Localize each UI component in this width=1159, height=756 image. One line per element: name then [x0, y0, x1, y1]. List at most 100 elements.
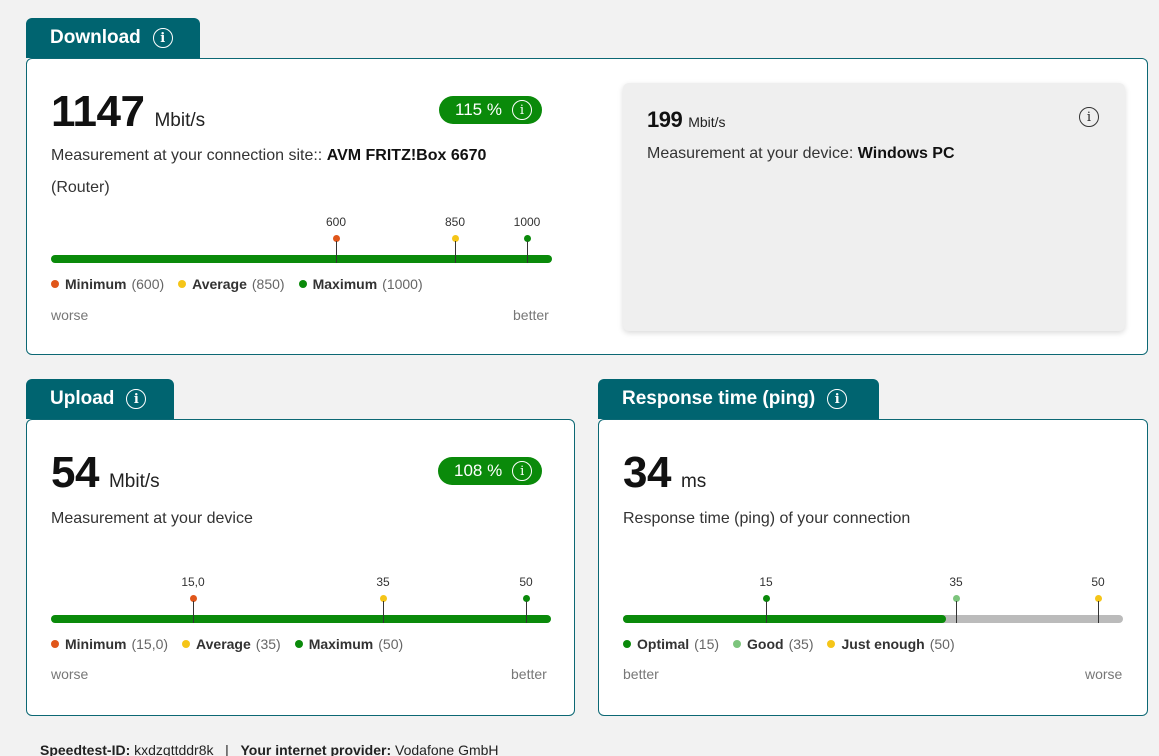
info-icon[interactable]: i [827, 389, 848, 409]
legend-dot [298, 280, 307, 288]
legend-name: Minimum [65, 636, 127, 652]
speedtest-footer: Speedtest-ID: kxdzqttddr8k | Your intern… [40, 742, 499, 756]
upload-card: 54 Mbit/s 108 % i Measurement at your de… [26, 419, 575, 716]
download-percent: 115 % [455, 100, 502, 119]
upload-scale-bar: 15,0 35 50 [51, 575, 551, 623]
legend-item: Minimum (600) [51, 276, 164, 292]
marker-label: 50 [519, 575, 533, 589]
info-icon[interactable]: i [511, 100, 532, 120]
legend-dot [51, 640, 59, 648]
legend-value: (600) [131, 276, 165, 292]
ping-left-edge: better [623, 666, 659, 682]
marker-tick [1097, 601, 1099, 623]
legend-name: Average [196, 636, 251, 652]
marker-label: 15 [759, 575, 773, 589]
legend-name: Just enough [841, 636, 925, 652]
ping-right-edge: worse [1085, 666, 1123, 682]
ping-scale-fill [623, 615, 946, 623]
legend-item: Optimal (15) [623, 636, 719, 652]
legend-dot [623, 640, 631, 648]
upload-value: 54 [51, 448, 99, 497]
legend-item: Maximum (1000) [298, 276, 423, 292]
device-measurement-box: 199 Mbit/s i Measurement at your device:… [623, 83, 1125, 331]
marker-tick [765, 601, 767, 623]
download-title: Download [50, 27, 141, 48]
download-legend: Minimum (600) Average (850) Maximum (1000) [51, 276, 437, 292]
marker-tick [955, 601, 957, 623]
legend-dot [827, 640, 836, 648]
download-card: 1147 Mbit/s 115 % i Measurement at your … [26, 58, 1148, 355]
download-tab: Download i [26, 18, 200, 58]
legend-value: (50) [929, 636, 955, 652]
info-icon[interactable]: i [152, 28, 173, 48]
legend-name: Minimum [65, 276, 127, 292]
legend-item: Just enough (50) [827, 636, 955, 652]
marker-label: 600 [325, 215, 347, 229]
legend-value: (850) [251, 276, 285, 292]
speedtest-id-label: Speedtest-ID: [40, 742, 131, 756]
marker-label: 35 [376, 575, 390, 589]
legend-dot [51, 280, 59, 288]
legend-name: Average [192, 276, 247, 292]
footer-separator: | [225, 742, 229, 756]
legend-item: Average (850) [178, 276, 285, 292]
upload-desc: Measurement at your device [51, 510, 253, 527]
legend-item: Minimum (15,0) [51, 636, 168, 652]
provider-label: Your internet provider: [240, 742, 392, 756]
legend-dot [294, 640, 303, 648]
device-value-group: 199 Mbit/s [647, 107, 726, 133]
legend-name: Good [747, 636, 784, 652]
upload-tab: Upload i [26, 379, 174, 419]
upload-title: Upload [50, 388, 115, 409]
legend-value: (50) [378, 636, 404, 652]
marker-tick [382, 601, 384, 623]
legend-value: (1000) [382, 276, 423, 292]
ping-desc: Response time (ping) of your connection [623, 510, 911, 527]
download-right-edge: better [513, 307, 549, 323]
download-value-group: 1147 Mbit/s [51, 87, 205, 137]
marker-label: 35 [949, 575, 963, 589]
device-name: Windows PC [857, 145, 955, 162]
download-left-edge: worse [51, 307, 89, 323]
marker-label: 50 [1091, 575, 1105, 589]
ping-title: Response time (ping) [622, 388, 816, 409]
legend-name: Maximum [312, 276, 378, 292]
upload-legend: Minimum (15,0) Average (35) Maximum (50) [51, 636, 417, 652]
upload-percent: 108 % [454, 461, 503, 480]
upload-left-edge: worse [51, 666, 89, 682]
info-icon[interactable]: i [512, 461, 533, 481]
legend-dot [182, 640, 191, 648]
legend-name: Optimal [637, 636, 690, 652]
info-icon[interactable]: i [126, 389, 147, 409]
legend-value: (35) [255, 636, 281, 652]
upload-unit: Mbit/s [108, 471, 160, 492]
ping-value: 34 [623, 448, 671, 497]
legend-item: Average (35) [182, 636, 281, 652]
speedtest-id-value: kxdzqttddr8k [134, 742, 214, 756]
marker-tick [526, 241, 528, 263]
ping-tab: Response time (ping) i [598, 379, 879, 419]
ping-legend: Optimal (15) Good (35) Just enough (50) [623, 636, 969, 652]
upload-value-group: 54 Mbit/s [51, 448, 160, 498]
legend-dot [178, 280, 187, 288]
marker-label: 850 [444, 215, 466, 229]
download-percent-badge: 115 % i [439, 96, 542, 124]
upload-percent-badge: 108 % i [438, 457, 543, 485]
download-scale-bar: 600 850 1000 [51, 215, 552, 263]
device-unit: Mbit/s [688, 114, 726, 130]
device-label: Measurement at your device: [647, 145, 854, 162]
info-icon[interactable]: i [1079, 107, 1099, 127]
marker-tick [192, 601, 194, 623]
marker-tick [335, 241, 337, 263]
ping-card: 34 ms Response time (ping) of your conne… [598, 419, 1148, 716]
device-desc: Measurement at your device: Windows PC [647, 145, 955, 163]
ping-value-group: 34 ms [623, 448, 706, 498]
ping-scale-bar: 15 35 50 [623, 575, 1123, 623]
device-value: 199 [647, 107, 683, 132]
legend-dot [733, 640, 742, 648]
download-value: 1147 [51, 87, 145, 136]
download-unit: Mbit/s [154, 110, 206, 131]
download-site-type: (Router) [51, 179, 110, 196]
marker-label: 15,0 [181, 575, 205, 589]
legend-item: Maximum (50) [294, 636, 404, 652]
